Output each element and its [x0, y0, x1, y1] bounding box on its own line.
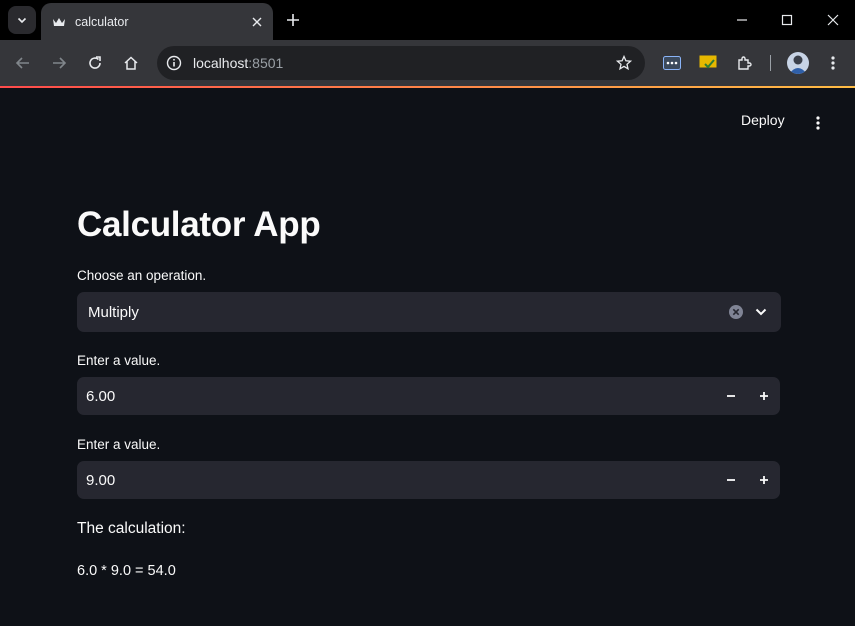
chevron-down-icon	[17, 17, 27, 24]
clear-selection-icon[interactable]	[728, 304, 744, 320]
value1-number-input[interactable]: 6.00	[77, 377, 780, 415]
streamlit-crown-icon	[51, 14, 67, 30]
back-arrow-icon[interactable]	[11, 51, 35, 75]
browser-tab[interactable]: calculator	[41, 3, 273, 40]
tab-close-icon[interactable]	[247, 12, 267, 32]
home-icon[interactable]	[119, 51, 143, 75]
minimize-icon[interactable]	[730, 8, 754, 32]
new-tab-plus-icon[interactable]	[282, 9, 304, 31]
browser-menu-icon[interactable]	[822, 52, 844, 74]
reload-icon[interactable]	[83, 51, 107, 75]
browser-toolbar: localhost:8501	[0, 40, 855, 86]
operation-selected-value: Multiply	[88, 304, 139, 321]
operation-select[interactable]: Multiply	[77, 292, 781, 332]
plus-icon	[760, 476, 768, 484]
forward-arrow-icon[interactable]	[47, 51, 71, 75]
tab-title: calculator	[75, 14, 129, 29]
window-close-icon[interactable]	[821, 8, 845, 32]
plus-icon	[760, 392, 768, 400]
extension-check-icon[interactable]	[697, 52, 719, 74]
value1-label: Enter a value.	[77, 353, 161, 368]
url-port: :8501	[248, 55, 284, 71]
page-title: Calculator App	[77, 205, 321, 244]
value1-decrement-button[interactable]	[720, 385, 742, 407]
calculation-result: 6.0 * 9.0 = 54.0	[77, 563, 176, 579]
bookmark-star-icon[interactable]	[615, 54, 633, 72]
value1-field[interactable]: 6.00	[86, 388, 115, 405]
app-menu-icon[interactable]	[808, 112, 828, 134]
deploy-button[interactable]: Deploy	[741, 112, 785, 128]
value2-label: Enter a value.	[77, 437, 161, 452]
chevron-down-icon[interactable]	[752, 303, 770, 321]
minus-icon	[727, 479, 735, 481]
value2-field[interactable]: 9.00	[86, 472, 115, 489]
tab-search-button[interactable]	[8, 6, 36, 34]
minus-icon	[727, 395, 735, 397]
profile-avatar[interactable]	[787, 52, 809, 74]
extensions-puzzle-icon[interactable]	[733, 52, 755, 74]
address-url: localhost:8501	[193, 55, 283, 71]
extension-dots-icon[interactable]	[661, 52, 683, 74]
value2-number-input[interactable]: 9.00	[77, 461, 780, 499]
calculation-heading: The calculation:	[77, 520, 186, 537]
app-main: Deploy Calculator App Choose an operatio…	[0, 88, 855, 626]
value2-decrement-button[interactable]	[720, 469, 742, 491]
url-host: localhost	[193, 55, 249, 71]
value2-increment-button[interactable]	[753, 469, 775, 491]
operation-label: Choose an operation.	[77, 268, 207, 283]
address-bar[interactable]: localhost:8501	[157, 46, 645, 80]
toolbar-divider	[770, 55, 771, 71]
maximize-icon[interactable]	[775, 8, 799, 32]
value1-increment-button[interactable]	[753, 385, 775, 407]
tab-bar: calculator	[0, 0, 855, 40]
site-info-icon[interactable]	[165, 54, 183, 72]
